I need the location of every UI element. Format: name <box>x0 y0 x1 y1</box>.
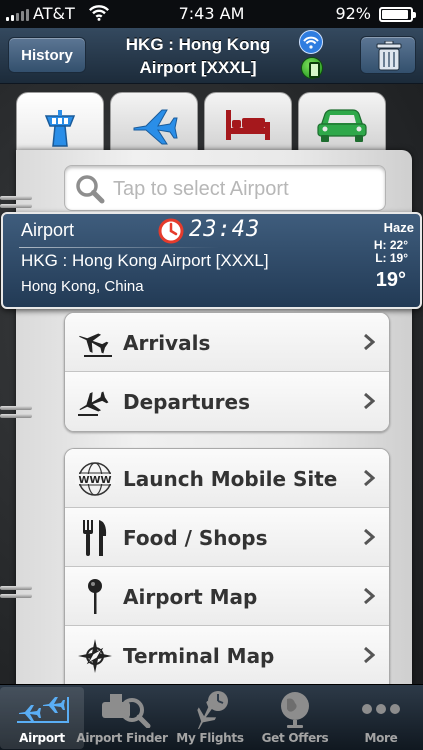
nav-bar: History HKG : Hong Kong Airport [XXXL] <box>0 28 423 84</box>
chevron-right-icon <box>364 587 375 605</box>
tab-airport[interactable]: Airport <box>0 687 84 749</box>
battery-percent: 92% <box>335 4 371 23</box>
www-globe-icon: WWW <box>75 462 115 496</box>
weather-condition: Haze <box>383 220 414 235</box>
terminal-map-label: Terminal Map <box>123 644 275 668</box>
terminal-map-row[interactable]: Terminal Map <box>65 626 389 685</box>
departures-row[interactable]: Departures <box>65 372 389 431</box>
airport-search-input[interactable] <box>113 175 373 203</box>
airport-search-box[interactable] <box>64 165 386 211</box>
globe-icon <box>281 692 309 728</box>
connection-wifi-icon <box>299 30 323 54</box>
tab-get-offers[interactable]: Get Offers <box>253 687 337 749</box>
tab-hotels[interactable] <box>204 92 292 156</box>
history-button[interactable]: History <box>8 37 86 73</box>
current-temp: 19° <box>375 269 406 291</box>
status-bar: AT&T 7:43 AM 92% <box>0 0 423 28</box>
chevron-right-icon <box>364 392 375 410</box>
search-icon <box>76 175 105 204</box>
phone-signal-icon <box>301 57 323 79</box>
tab-airport-label: Airport <box>19 731 65 745</box>
food-shops-row[interactable]: Food / Shops <box>65 508 389 567</box>
launch-mobile-site-label: Launch Mobile Site <box>123 467 338 491</box>
chevron-right-icon <box>364 646 375 664</box>
airport-icon <box>17 697 69 723</box>
flight-menu-group: Arrivals Departures <box>64 312 390 432</box>
tab-flights[interactable] <box>110 92 198 156</box>
fork-knife-icon <box>83 520 107 556</box>
airport-code-name: HKG : Hong Kong Airport [XXXL] <box>21 251 269 270</box>
tab-bar: Airport Airport Finder My Flights Get Of… <box>0 684 423 750</box>
launch-mobile-site-row[interactable]: WWW Launch Mobile Site <box>65 449 389 508</box>
airport-location: Hong Kong, China <box>21 278 144 295</box>
title-line-1: HKG : Hong Kong <box>125 35 271 54</box>
trash-button[interactable] <box>360 36 416 74</box>
tab-more-label: More <box>364 731 398 745</box>
map-pin-icon <box>88 579 102 614</box>
more-dots-icon <box>362 704 400 714</box>
tab-airport-finder-label: Airport Finder <box>76 731 168 745</box>
tab-airport-finder[interactable]: Airport Finder <box>76 687 168 749</box>
airport-finder-icon <box>102 694 151 728</box>
chevron-right-icon <box>364 528 375 546</box>
temp-high: H: 22° <box>373 238 408 252</box>
tab-get-offers-label: Get Offers <box>261 731 329 745</box>
clock-icon <box>158 218 184 244</box>
temp-low: L: 19° <box>375 251 408 265</box>
trash-icon <box>376 41 402 71</box>
my-flights-icon <box>197 691 228 729</box>
food-shops-label: Food / Shops <box>123 526 268 550</box>
tab-my-flights[interactable]: My Flights <box>168 687 252 749</box>
title-line-2: Airport [XXXL] <box>139 58 257 77</box>
chevron-right-icon <box>364 469 375 487</box>
airport-map-label: Airport Map <box>123 585 258 609</box>
car-icon <box>317 109 367 142</box>
compass-icon <box>78 639 112 673</box>
tab-my-flights-label: My Flights <box>176 731 244 745</box>
airplane-icon <box>133 109 178 145</box>
control-tower-icon <box>44 110 76 147</box>
card-label: Airport <box>21 220 75 240</box>
services-menu-group: WWW Launch Mobile Site Food / Shops Airp… <box>64 448 390 688</box>
bed-icon <box>226 110 270 140</box>
arrival-plane-icon <box>79 333 112 357</box>
chevron-right-icon <box>364 333 375 351</box>
airport-info-card[interactable]: Airport 23:43 HKG : Hong Kong Airport [X… <box>1 212 422 309</box>
card-divider <box>19 247 219 248</box>
svg-text:WWW: WWW <box>78 475 111 486</box>
arrivals-label: Arrivals <box>123 331 211 355</box>
departures-label: Departures <box>123 390 250 414</box>
airport-map-row[interactable]: Airport Map <box>65 567 389 626</box>
tab-more[interactable]: More <box>339 687 423 749</box>
departure-plane-icon <box>78 391 109 416</box>
local-time: 23:43 <box>189 217 261 242</box>
tab-cars[interactable] <box>298 92 386 156</box>
arrivals-row[interactable]: Arrivals <box>65 313 389 372</box>
page-title: HKG : Hong Kong Airport [XXXL] <box>100 33 296 79</box>
battery-icon <box>379 7 416 22</box>
